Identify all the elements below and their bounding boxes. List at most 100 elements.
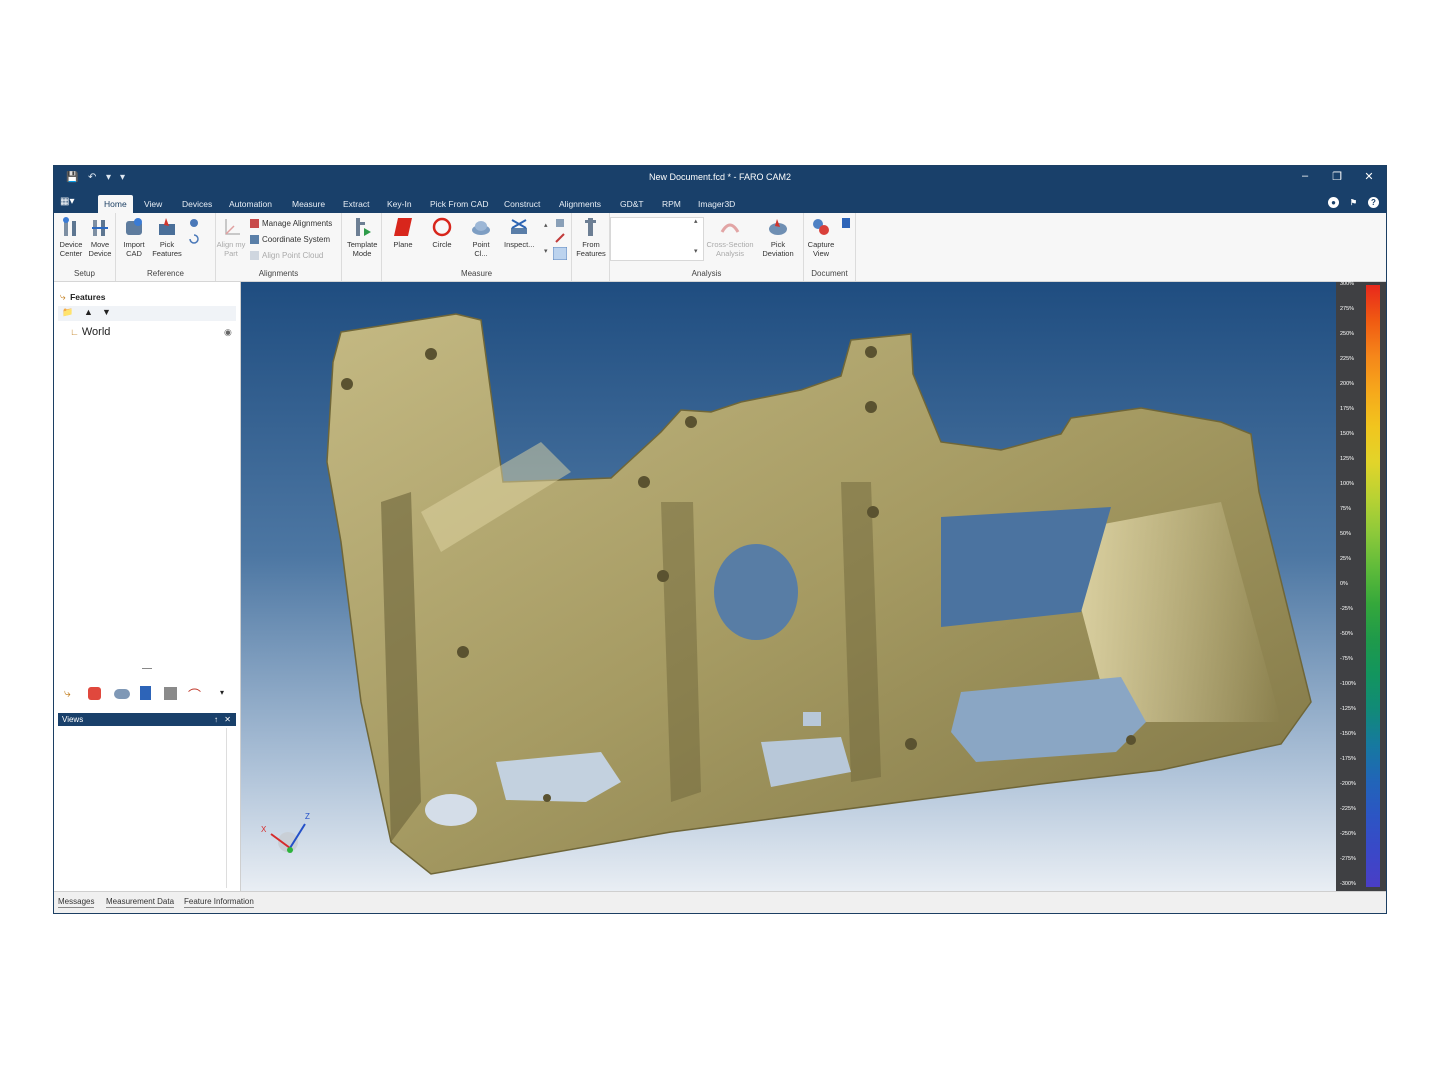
tab-imager3d[interactable]: Imager3D xyxy=(692,195,741,213)
measure-scroll-up-icon[interactable]: ▴ xyxy=(544,221,548,229)
document-icon[interactable] xyxy=(140,686,151,700)
feature-icon[interactable]: ⤷ xyxy=(64,686,71,701)
align-point-cloud-label: Align Point Cloud xyxy=(262,251,324,260)
circle-button[interactable]: Circle xyxy=(427,216,457,249)
import-cad-label: Import CAD xyxy=(123,240,145,258)
point-cloud-button[interactable]: Point Cl... xyxy=(466,216,496,258)
scale-tick-label: 250% xyxy=(1340,331,1355,337)
align-my-part-label: Align my Part xyxy=(216,240,246,258)
tab-pick-from-cad[interactable]: Pick From CAD xyxy=(424,195,495,213)
tab-extract[interactable]: Extract xyxy=(337,195,375,213)
scale-tick-label: 200% xyxy=(1340,381,1355,387)
measure-small-icon-3[interactable] xyxy=(553,247,567,260)
tab-rpm[interactable]: RPM xyxy=(656,195,687,213)
move-device-button[interactable]: Move Device xyxy=(85,216,115,258)
z-axis-label: Z xyxy=(305,812,310,821)
capture-view-label: Capture View xyxy=(807,240,835,258)
gallery-up-icon[interactable]: ▴ xyxy=(694,217,698,225)
cad-icon[interactable] xyxy=(88,687,101,700)
tab-gdt[interactable]: GD&T xyxy=(614,195,650,213)
scale-tick-label: -300% xyxy=(1340,881,1356,887)
splitter-handle[interactable] xyxy=(142,668,152,669)
manage-alignments-button[interactable]: Manage Alignments xyxy=(250,219,332,229)
pick-features-button[interactable]: Pick Features xyxy=(152,216,182,258)
coordinate-frame-icon: ∟ xyxy=(70,327,79,337)
3d-viewport[interactable]: X Z xyxy=(241,282,1336,891)
part-model[interactable] xyxy=(241,282,1336,891)
manage-alignments-icon xyxy=(250,219,259,229)
from-features-icon xyxy=(585,218,596,236)
tab-feature-information[interactable]: Feature Information xyxy=(184,897,254,908)
template-mode-label: Template Mode xyxy=(347,240,378,258)
document-save-icon[interactable] xyxy=(840,217,852,229)
square-slot xyxy=(803,712,821,726)
move-up-icon[interactable]: ▲ xyxy=(84,307,93,317)
coordinate-system-button[interactable]: Coordinate System xyxy=(250,235,330,245)
move-device-icon xyxy=(92,220,108,236)
tab-view[interactable]: View xyxy=(138,195,168,213)
tab-measurement-data[interactable]: Measurement Data xyxy=(106,897,175,908)
close-views-icon[interactable]: ✕ xyxy=(224,713,231,726)
folder-icon[interactable]: 📁 xyxy=(62,307,73,318)
view-icon[interactable] xyxy=(164,687,177,700)
visibility-eye-icon[interactable]: ◉ xyxy=(224,327,232,338)
tree-item-world[interactable]: ∟ World xyxy=(70,326,110,338)
scale-tick-label: -125% xyxy=(1340,706,1356,712)
alignments-group: Align my Part Manage Alignments Coordina… xyxy=(216,213,342,281)
cross-section-analysis-button[interactable]: Cross-Section Analysis xyxy=(706,216,754,258)
measure-more-icon[interactable]: ▾ xyxy=(544,247,548,255)
center-hole xyxy=(714,544,798,640)
gallery-down-icon[interactable]: ▾ xyxy=(694,247,698,255)
align-my-part-icon xyxy=(225,219,240,235)
capture-view-button[interactable]: Capture View xyxy=(806,216,836,258)
setup-group-label: Setup xyxy=(74,269,95,278)
small-rotate-icon[interactable] xyxy=(188,233,200,245)
tab-devices[interactable]: Devices xyxy=(176,195,218,213)
plane-button[interactable]: Plane xyxy=(388,216,418,249)
tab-alignments[interactable]: Alignments xyxy=(553,195,607,213)
settings-icon[interactable]: ● xyxy=(1328,197,1339,208)
from-features-label: From Features xyxy=(576,240,606,258)
scale-tick-label: 75% xyxy=(1340,506,1352,512)
move-down-icon[interactable]: ▼ xyxy=(102,307,111,317)
flag-icon[interactable]: ⚑ xyxy=(1348,197,1359,208)
align-my-part-button[interactable]: Align my Part xyxy=(216,216,246,258)
views-scrollbar[interactable] xyxy=(226,728,235,888)
tab-home[interactable]: Home xyxy=(98,195,133,213)
import-cad-button[interactable]: Import CAD xyxy=(119,216,149,258)
minimize-icon[interactable]: – xyxy=(1296,170,1314,182)
tab-messages[interactable]: Messages xyxy=(58,897,95,908)
small-tool-icon[interactable] xyxy=(188,217,200,229)
pick-features-label: Pick Features xyxy=(152,240,182,258)
tab-measure[interactable]: Measure xyxy=(286,195,331,213)
views-toolbar-dropdown-icon[interactable]: ▾ xyxy=(220,688,224,697)
setup-group: Device Center Move Device Setup xyxy=(54,213,116,281)
measure-group: Plane Circle Point Cl... Inspect... ▴ ▾ … xyxy=(382,213,572,281)
scale-tick-label: 175% xyxy=(1340,406,1355,412)
curve-icon[interactable]: ⌒ xyxy=(188,685,201,704)
file-menu-icon[interactable]: ▦▾ xyxy=(60,196,82,210)
circle-icon xyxy=(432,217,452,237)
tab-key-in[interactable]: Key-In xyxy=(381,195,418,213)
restore-icon[interactable]: ❐ xyxy=(1328,170,1346,183)
scale-tick-label: -150% xyxy=(1340,731,1356,737)
scale-tick-label: 225% xyxy=(1340,356,1355,362)
inspect-button[interactable]: Inspect... xyxy=(504,216,534,249)
cloud-icon[interactable] xyxy=(114,689,130,699)
help-icon[interactable]: ? xyxy=(1368,197,1379,208)
measure-small-icon-1[interactable] xyxy=(554,217,566,229)
align-point-cloud-button[interactable]: Align Point Cloud xyxy=(250,251,324,261)
device-center-button[interactable]: Device Center xyxy=(56,216,86,258)
pick-deviation-button[interactable]: Pick Deviation xyxy=(758,216,798,258)
pin-icon[interactable]: ↑ xyxy=(214,713,218,726)
measure-small-icon-2[interactable] xyxy=(554,232,566,244)
from-features-button[interactable]: From Features xyxy=(576,216,606,258)
analysis-gallery[interactable] xyxy=(610,217,704,261)
template-mode-button[interactable]: Template Mode xyxy=(347,216,377,258)
tab-automation[interactable]: Automation xyxy=(223,195,278,213)
move-device-label: Move Device xyxy=(88,240,112,258)
scale-tick-label: 0% xyxy=(1340,581,1348,587)
close-icon[interactable]: ✕ xyxy=(1360,170,1378,183)
plane-label: Plane xyxy=(393,240,413,249)
tab-construct[interactable]: Construct xyxy=(498,195,546,213)
